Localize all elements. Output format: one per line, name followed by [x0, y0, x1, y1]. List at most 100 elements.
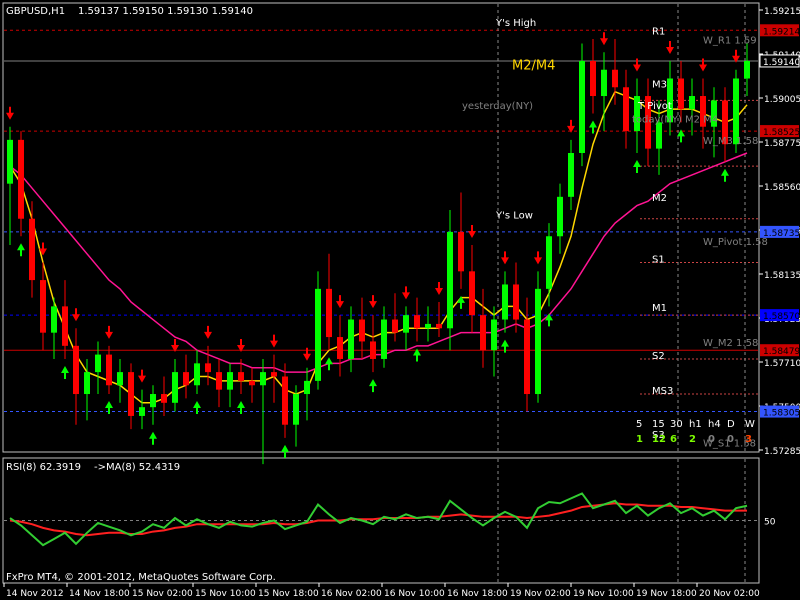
yesterday-ny-label: yesterday(NY) — [462, 101, 533, 112]
candle-body — [172, 372, 178, 403]
candle-body — [425, 323, 431, 329]
ohlc-label: 1.59137 1.59150 1.59130 1.59140 — [78, 6, 253, 17]
candle-body — [601, 69, 607, 97]
candle-body — [414, 315, 420, 329]
candle-body — [326, 288, 332, 338]
candle-body — [315, 288, 321, 381]
time-tick-label: 20 Nov 02:00 — [699, 589, 760, 599]
candle-body — [612, 69, 618, 88]
timeframe-label: h1 — [689, 419, 702, 430]
candle-body — [51, 306, 57, 333]
candle-body — [128, 372, 134, 416]
timeframe-value: 3 — [745, 434, 752, 445]
rsi-ma-label: ->MA(8) 52.4319 — [94, 462, 180, 473]
candle-body — [249, 380, 255, 386]
candle-body — [689, 96, 695, 110]
time-tick-label: 19 Nov 02:00 — [510, 589, 571, 599]
price-tag-label: 1.58735 — [763, 229, 800, 239]
candle-body — [271, 372, 277, 377]
candle-body — [238, 372, 244, 381]
candle-body — [524, 319, 530, 395]
timeframe-value: 6 — [670, 434, 677, 445]
timeframe-value: 12 — [652, 434, 666, 445]
candle-body — [106, 354, 112, 386]
candle-body — [557, 196, 563, 237]
timeframe-label: 30 — [670, 419, 683, 430]
time-tick-label: 19 Nov 10:00 — [573, 589, 634, 599]
timeframe-label: 15 — [652, 419, 665, 430]
candle-body — [216, 372, 222, 390]
candle-body — [458, 231, 464, 272]
candle-body — [744, 60, 750, 79]
candle-body — [590, 60, 596, 97]
timeframe-label: W — [745, 419, 755, 430]
timeframe-value: 2 — [689, 434, 696, 445]
price-tick-label: 1.59005 — [764, 95, 800, 105]
candle-body — [260, 372, 266, 386]
candle-body — [359, 319, 365, 342]
chart-canvas: R1M3M2S1M1S2MS3S3W_R1 1.59W_M3 1.58W_Piv… — [0, 0, 800, 600]
time-tick-label: 16 Nov 02:00 — [321, 589, 382, 599]
candle-body — [568, 153, 574, 197]
candle-body — [480, 315, 486, 351]
candle-body — [194, 363, 200, 386]
weekly-label: W_M3 1.58 — [703, 136, 758, 147]
candle-body — [491, 319, 497, 351]
today-pivot-label: T Pivot — [637, 101, 672, 112]
pivot-label: S1 — [652, 255, 665, 266]
yesterday-low-label: Y's Low — [495, 211, 533, 222]
pivot-label: M1 — [652, 303, 667, 314]
candle-body — [447, 231, 453, 329]
candle-body — [733, 78, 739, 145]
pivot-label: S2 — [652, 351, 665, 362]
price-tag-label: 1.58305 — [763, 409, 800, 419]
candle-body — [150, 394, 156, 408]
candle-body — [337, 337, 343, 359]
symbol-label: GBPUSD,H1 — [6, 6, 65, 17]
candle-body — [84, 372, 90, 395]
candle-body — [227, 372, 233, 390]
pivot-label: R1 — [652, 27, 665, 38]
copyright-label: FxPro MT4, © 2001-2012, MetaQuotes Softw… — [6, 572, 276, 583]
candle-body — [546, 236, 552, 289]
candle-body — [579, 60, 585, 153]
weekly-label: W_Pivot 1.58 — [703, 237, 768, 248]
candle-body — [7, 139, 13, 184]
candle-body — [370, 341, 376, 359]
candle-body — [95, 354, 101, 373]
time-tick-label: 16 Nov 10:00 — [384, 589, 445, 599]
time-tick-label: 15 Nov 10:00 — [195, 589, 256, 599]
candle-body — [623, 87, 629, 132]
candle-body — [656, 122, 662, 149]
yesterday-high-label: Y's High — [495, 18, 536, 29]
time-tick-label: 14 Nov 18:00 — [69, 589, 130, 599]
price-tick-label: 1.59215 — [764, 7, 800, 17]
candle-body — [62, 306, 68, 346]
price-tag-label: 1.58479 — [763, 347, 800, 357]
candle-body — [348, 319, 354, 359]
today-ny-label: today(NY) M2 M4 — [632, 114, 718, 125]
pivot-label: M3 — [652, 79, 667, 90]
candle-body — [513, 284, 519, 320]
candle-body — [117, 372, 123, 386]
candle-body — [535, 288, 541, 395]
candle-body — [205, 363, 211, 373]
price-tick-label: 1.57710 — [764, 359, 800, 369]
price-tick-label: 1.58775 — [764, 139, 800, 149]
timeframe-label: h4 — [708, 419, 721, 430]
candle-body — [29, 218, 35, 281]
price-tick-label: 1.57285 — [764, 447, 800, 457]
timeframe-value: 0 — [708, 434, 715, 445]
price-tick-label: 1.58560 — [764, 183, 800, 193]
candle-body — [161, 394, 167, 403]
candle-body — [381, 319, 387, 359]
price-tag-label: 1.59140 — [763, 58, 800, 68]
candle-body — [183, 372, 189, 386]
timeframe-value: 1 — [636, 434, 643, 445]
candle-body — [502, 284, 508, 320]
time-tick-label: 15 Nov 18:00 — [258, 589, 319, 599]
rsi-level-label: 50 — [764, 518, 776, 528]
price-tag-label: 1.59214 — [763, 27, 800, 37]
candle-body — [73, 345, 79, 395]
candle-body — [436, 323, 442, 329]
